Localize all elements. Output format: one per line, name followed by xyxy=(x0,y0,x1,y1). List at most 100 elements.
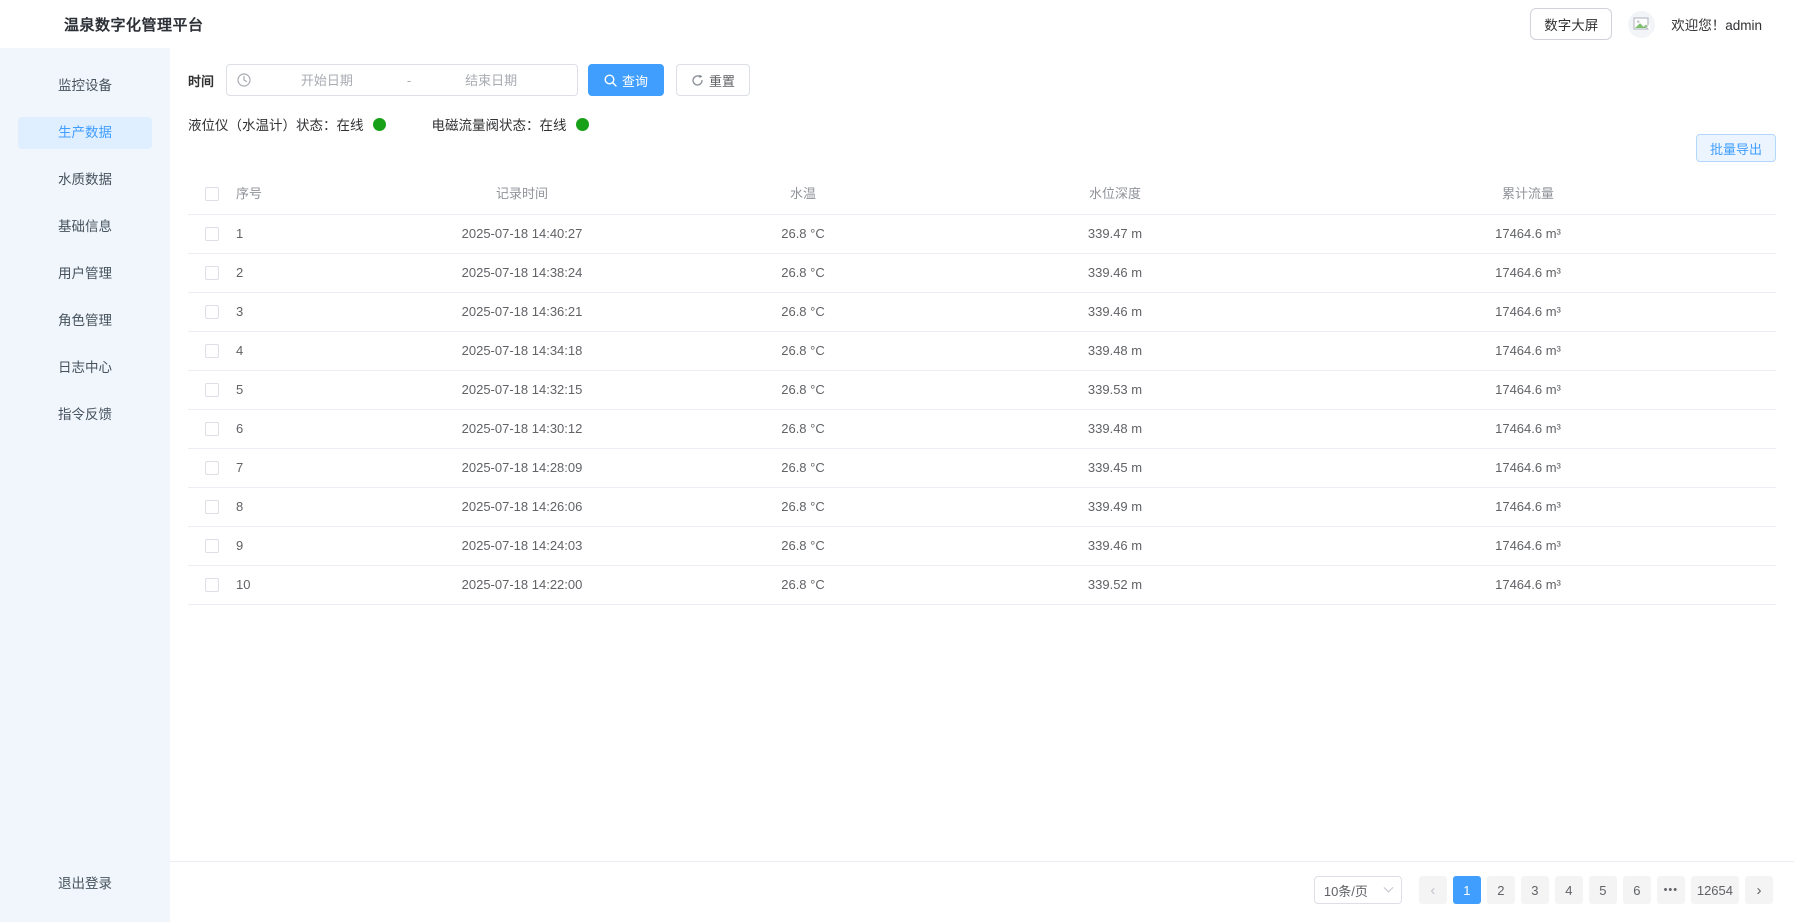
cell-index: 5 xyxy=(236,370,388,409)
cell-index: 3 xyxy=(236,292,388,331)
sidebar-item-5[interactable]: 用户管理 xyxy=(18,258,152,290)
clock-icon xyxy=(237,73,251,87)
range-separator: - xyxy=(403,73,415,88)
cell-flow: 17464.6 m³ xyxy=(1280,448,1776,487)
cell-flow: 17464.6 m³ xyxy=(1280,409,1776,448)
export-row: 批量导出 xyxy=(188,134,1776,162)
sidebar-item-3[interactable]: 水质数据 xyxy=(18,164,152,196)
row-checkbox-cell xyxy=(188,292,236,331)
row-checkbox[interactable] xyxy=(205,539,219,553)
row-checkbox-cell xyxy=(188,331,236,370)
sidebar-item-4[interactable]: 基础信息 xyxy=(18,211,152,243)
page-button-5[interactable]: 5 xyxy=(1589,876,1617,904)
user-avatar[interactable] xyxy=(1628,11,1655,38)
last-page-button[interactable]: 12654 xyxy=(1691,876,1739,904)
row-checkbox[interactable] xyxy=(205,227,219,241)
column-header-index: 序号 xyxy=(236,172,388,214)
batch-export-button[interactable]: 批量导出 xyxy=(1696,134,1776,162)
cell-time: 2025-07-18 14:26:06 xyxy=(388,487,656,526)
big-screen-button[interactable]: 数字大屏 xyxy=(1530,8,1612,40)
valve-status-text: 电磁流量阀状态：在线 xyxy=(432,114,567,134)
logout-button[interactable]: 退出登录 xyxy=(0,872,170,892)
cell-temp: 26.8 °C xyxy=(656,370,950,409)
page-size-select[interactable]: 10条/页 xyxy=(1314,876,1402,904)
row-checkbox[interactable] xyxy=(205,500,219,514)
reset-button[interactable]: 重置 xyxy=(676,64,750,96)
more-pages-button[interactable]: ••• xyxy=(1657,876,1685,904)
row-checkbox[interactable] xyxy=(205,383,219,397)
cell-depth: 339.53 m xyxy=(950,370,1280,409)
sidebar-item-2[interactable]: 生产数据 xyxy=(18,117,152,149)
row-checkbox-cell xyxy=(188,214,236,253)
row-checkbox[interactable] xyxy=(205,344,219,358)
table-body: 12025-07-18 14:40:2726.8 °C339.47 m17464… xyxy=(188,214,1776,604)
start-date-input[interactable] xyxy=(251,73,403,88)
cell-temp: 26.8 °C xyxy=(656,526,950,565)
page-button-1[interactable]: 1 xyxy=(1453,876,1481,904)
cell-flow: 17464.6 m³ xyxy=(1280,370,1776,409)
table-row: 62025-07-18 14:30:1226.8 °C339.48 m17464… xyxy=(188,409,1776,448)
row-checkbox[interactable] xyxy=(205,266,219,280)
end-date-input[interactable] xyxy=(415,73,567,88)
page-button-6[interactable]: 6 xyxy=(1623,876,1651,904)
table-row: 22025-07-18 14:38:2426.8 °C339.46 m17464… xyxy=(188,253,1776,292)
device-status-row: 液位仪（水温计）状态：在线 电磁流量阀状态：在线 xyxy=(188,114,1776,134)
cell-index: 6 xyxy=(236,409,388,448)
app-title: 温泉数字化管理平台 xyxy=(64,14,204,35)
row-checkbox[interactable] xyxy=(205,305,219,319)
cell-index: 1 xyxy=(236,214,388,253)
cell-flow: 17464.6 m³ xyxy=(1280,565,1776,604)
cell-index: 4 xyxy=(236,331,388,370)
cell-depth: 339.49 m xyxy=(950,487,1280,526)
page-button-2[interactable]: 2 xyxy=(1487,876,1515,904)
row-checkbox[interactable] xyxy=(205,461,219,475)
cell-depth: 339.52 m xyxy=(950,565,1280,604)
page-button-3[interactable]: 3 xyxy=(1521,876,1549,904)
cell-temp: 26.8 °C xyxy=(656,253,950,292)
cell-temp: 26.8 °C xyxy=(656,448,950,487)
cell-time: 2025-07-18 14:28:09 xyxy=(388,448,656,487)
sidebar-item-1[interactable]: 监控设备 xyxy=(18,70,152,102)
cell-depth: 339.48 m xyxy=(950,409,1280,448)
welcome-text: 欢迎您！admin xyxy=(1671,14,1762,34)
online-dot xyxy=(373,118,386,131)
prev-page-button[interactable]: ‹ xyxy=(1419,876,1447,904)
cell-index: 9 xyxy=(236,526,388,565)
cell-time: 2025-07-18 14:22:00 xyxy=(388,565,656,604)
cell-time: 2025-07-18 14:40:27 xyxy=(388,214,656,253)
cell-depth: 339.45 m xyxy=(950,448,1280,487)
sidebar-item-6[interactable]: 角色管理 xyxy=(18,305,152,337)
search-icon xyxy=(604,74,617,87)
table-row: 102025-07-18 14:22:0026.8 °C339.52 m1746… xyxy=(188,565,1776,604)
cell-temp: 26.8 °C xyxy=(656,292,950,331)
cell-temp: 26.8 °C xyxy=(656,487,950,526)
sidebar-item-7[interactable]: 日志中心 xyxy=(18,352,152,384)
date-range-picker[interactable]: - xyxy=(226,64,578,96)
table-row: 82025-07-18 14:26:0626.8 °C339.49 m17464… xyxy=(188,487,1776,526)
cell-time: 2025-07-18 14:30:12 xyxy=(388,409,656,448)
cell-time: 2025-07-18 14:24:03 xyxy=(388,526,656,565)
time-filter-label: 时间 xyxy=(188,71,214,90)
search-button-label: 查询 xyxy=(622,71,648,90)
body-row: 监控设备生产数据水质数据基础信息用户管理角色管理日志中心指令反馈 退出登录 时间… xyxy=(0,48,1794,922)
table-row: 92025-07-18 14:24:0326.8 °C339.46 m17464… xyxy=(188,526,1776,565)
online-dot xyxy=(576,118,589,131)
refresh-icon xyxy=(691,74,704,87)
valve-status: 电磁流量阀状态：在线 xyxy=(432,114,589,134)
next-page-button[interactable]: › xyxy=(1745,876,1773,904)
cell-time: 2025-07-18 14:38:24 xyxy=(388,253,656,292)
select-all-checkbox[interactable] xyxy=(205,187,219,201)
top-header: 温泉数字化管理平台 数字大屏 欢迎您！admin xyxy=(0,0,1794,48)
page-button-4[interactable]: 4 xyxy=(1555,876,1583,904)
cell-depth: 339.46 m xyxy=(950,292,1280,331)
search-button[interactable]: 查询 xyxy=(588,64,664,96)
sidebar: 监控设备生产数据水质数据基础信息用户管理角色管理日志中心指令反馈 退出登录 xyxy=(0,48,170,922)
cell-index: 10 xyxy=(236,565,388,604)
row-checkbox[interactable] xyxy=(205,578,219,592)
row-checkbox[interactable] xyxy=(205,422,219,436)
cell-index: 2 xyxy=(236,253,388,292)
sidebar-item-8[interactable]: 指令反馈 xyxy=(18,399,152,431)
column-header-flow: 累计流量 xyxy=(1280,172,1776,214)
data-table: 序号 记录时间 水温 水位深度 累计流量 12025-07-18 14:40:2… xyxy=(188,172,1776,605)
row-checkbox-cell xyxy=(188,253,236,292)
